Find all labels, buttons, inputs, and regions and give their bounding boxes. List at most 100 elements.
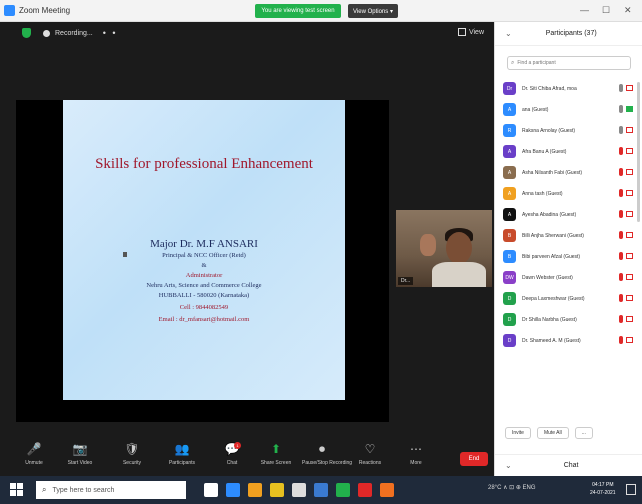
windows-start-icon[interactable] — [10, 483, 23, 496]
taskbar-app-office-icon[interactable] — [380, 483, 394, 497]
participant-row[interactable]: B Billi Anjha Sherwani (Guest) — [503, 225, 635, 246]
recording-icon: ⏺ — [318, 442, 325, 456]
microphone-muted-icon[interactable] — [619, 168, 623, 176]
microphone-icon[interactable] — [619, 126, 623, 134]
video-camera-off-icon[interactable] — [626, 232, 633, 238]
video-camera-off-icon[interactable] — [626, 211, 633, 217]
slide-line: Email : dr_mfansari@hotmail.com — [158, 316, 250, 323]
microphone-icon[interactable] — [619, 105, 623, 113]
participants-button[interactable]: 👥 Participants — [162, 442, 202, 466]
video-camera-off-icon[interactable] — [626, 295, 633, 301]
taskbar-app-edge-icon[interactable] — [314, 483, 328, 497]
close-icon[interactable]: ✕ — [624, 5, 632, 16]
slide-line: Administrator — [185, 272, 223, 279]
chevron-down-icon[interactable]: ⌄ — [505, 461, 512, 470]
video-camera-off-icon[interactable] — [626, 274, 633, 280]
more-options-button[interactable]: ... — [574, 427, 593, 439]
end-meeting-button[interactable]: End — [460, 452, 488, 466]
security-shield-icon[interactable] — [22, 28, 31, 38]
more-button[interactable]: ⋯ More — [396, 442, 436, 466]
video-camera-off-icon[interactable] — [626, 169, 633, 175]
participant-row[interactable]: B Bibi parveen Afzal (Guest) — [503, 246, 635, 267]
video-camera-off-icon[interactable] — [626, 148, 633, 154]
shared-screen: Skills for professional Enhancement Majo… — [16, 100, 389, 422]
thumbnail-name-label: Dr... — [398, 277, 414, 285]
participant-row[interactable]: A Anna tash (Guest) — [503, 183, 635, 204]
taskbar-app-task-view-icon[interactable] — [204, 483, 218, 497]
microphone-muted-icon[interactable] — [619, 273, 623, 281]
participant-search-input[interactable] — [517, 60, 618, 66]
microphone-muted-icon[interactable] — [619, 189, 623, 197]
participant-row[interactable]: D Dr Shilla Narbha (Guest) — [503, 309, 635, 330]
participant-row[interactable]: D Dr. Shameed A. M (Guest) — [503, 330, 635, 351]
participant-video-thumbnail[interactable]: Dr... — [396, 210, 492, 287]
zoom-icon — [4, 5, 15, 16]
taskbar-app-store-icon[interactable] — [292, 483, 306, 497]
avatar: A — [503, 187, 516, 200]
minimize-icon[interactable]: — — [580, 5, 589, 15]
microphone-muted-icon[interactable] — [619, 294, 623, 302]
taskbar-app-folder-icon[interactable] — [270, 483, 284, 497]
system-tray[interactable]: 28°C ∧ ⊡ ⊕ ENG — [488, 484, 536, 491]
participant-list-scrollbar[interactable] — [637, 82, 640, 222]
video-camera-icon[interactable] — [626, 106, 633, 112]
microphone-muted-icon[interactable] — [619, 315, 623, 323]
video-camera-off-icon[interactable] — [626, 85, 633, 91]
participant-name: Bibi parveen Afzal (Guest) — [522, 253, 581, 260]
participant-search[interactable]: ⌕ — [507, 56, 631, 70]
participant-row[interactable]: Dr Dr. Siti Chiba Afrad, moa — [503, 78, 635, 99]
participant-row[interactable]: Aana (Guest) — [503, 99, 635, 120]
clock-time: 04:17 PM — [592, 482, 614, 488]
invite-button[interactable]: Invite — [505, 427, 531, 439]
recording-button[interactable]: ⏺ Pause/Stop Recording — [302, 442, 352, 466]
taskbar-search[interactable]: ⌕ Type here to search — [36, 481, 186, 499]
microphone-muted-icon[interactable] — [619, 210, 623, 218]
notification-icon[interactable] — [626, 484, 636, 495]
microphone-muted-icon[interactable] — [619, 336, 623, 344]
more-dots-icon[interactable]: • • — [103, 28, 118, 38]
participant-row[interactable]: D Deepa Laxmeshwar (Guest) — [503, 288, 635, 309]
reactions-button[interactable]: ♡ Reactions — [350, 442, 390, 466]
participant-row[interactable]: A Afra Banu A (Guest) — [503, 141, 635, 162]
taskbar-app-zoom-icon[interactable] — [226, 483, 240, 497]
microphone-muted-icon[interactable] — [619, 252, 623, 260]
start-video-label: Start Video — [67, 460, 93, 466]
taskbar-clock[interactable]: 04:17 PM 24-07-2021 — [590, 481, 616, 497]
avatar: R — [503, 124, 516, 137]
share-screen-button[interactable]: ⬆ Share Screen — [256, 442, 296, 466]
mute-all-button[interactable]: Mute All — [536, 427, 569, 439]
participants-title: Participants (37) — [545, 30, 597, 37]
security-button[interactable]: 🛡 Security — [112, 442, 152, 466]
participant-row[interactable]: DW Dawn Webster (Guest) — [503, 267, 635, 288]
video-camera-off-icon[interactable] — [626, 337, 633, 343]
video-camera-off-icon[interactable] — [626, 190, 633, 196]
taskbar-app-mail-icon[interactable] — [358, 483, 372, 497]
avatar: A — [503, 103, 516, 116]
video-camera-off-icon[interactable] — [626, 316, 633, 322]
chat-button[interactable]: 💬 Chat 1 — [212, 442, 252, 466]
slide-line: Principal & NCC Officer (Retd) — [162, 252, 246, 259]
participant-name: Dr. Shameed A. M (Guest) — [522, 337, 581, 344]
maximize-icon[interactable]: ☐ — [602, 5, 610, 16]
recording-label: Recording... — [55, 29, 93, 37]
microphone-icon[interactable] — [619, 84, 623, 92]
taskbar-app-file-explorer-icon[interactable] — [248, 483, 262, 497]
chat-section-header[interactable]: ⌄ Chat — [495, 454, 642, 476]
view-options-button[interactable]: View Options ▾ — [348, 4, 398, 18]
slide-presenter-name: Major Dr. M.F ANSARI — [150, 238, 258, 250]
slide-line: HUBBALLI - 580020 (Karnataka) — [158, 292, 250, 299]
microphone-muted-icon[interactable] — [619, 147, 623, 155]
participant-name: Dawn Webster (Guest) — [522, 274, 573, 281]
gallery-view-button[interactable]: View — [457, 28, 484, 36]
participant-row[interactable]: A Ayesha Abadina (Guest) — [503, 204, 635, 225]
unmute-button[interactable]: 🎤 Unmute — [14, 442, 54, 466]
slide-line: Cell : 9844082549 — [179, 304, 229, 311]
video-camera-off-icon[interactable] — [626, 253, 633, 259]
microphone-muted-icon[interactable] — [619, 231, 623, 239]
participant-row[interactable]: R Raksna Arnolay (Guest) — [503, 120, 635, 141]
taskbar-app-chrome-icon[interactable] — [336, 483, 350, 497]
start-video-button[interactable]: 📷 Start Video — [60, 442, 100, 466]
chevron-down-icon[interactable]: ⌄ — [505, 29, 512, 38]
video-camera-off-icon[interactable] — [626, 127, 633, 133]
participant-row[interactable]: A Asha Nilsanth Fabi (Guest) — [503, 162, 635, 183]
